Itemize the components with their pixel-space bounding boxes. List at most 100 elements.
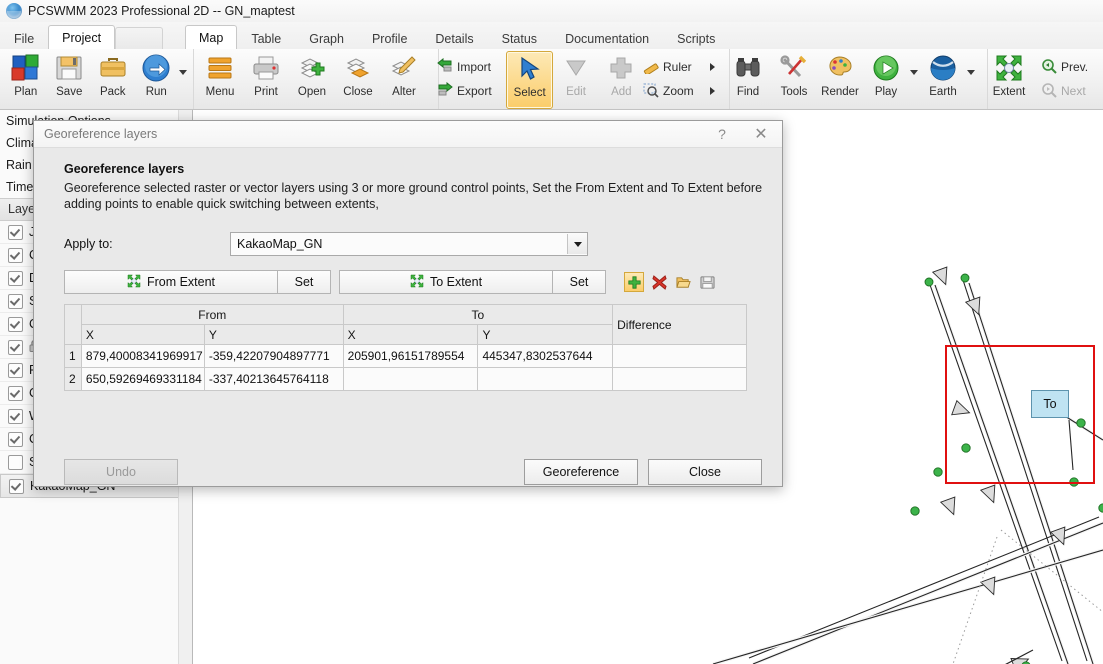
georeference-button[interactable]: Georeference <box>524 459 638 485</box>
table-cell-to-x[interactable] <box>342 367 479 391</box>
apply-to-dropdown-button[interactable] <box>567 234 587 254</box>
layer-checkbox[interactable] <box>8 339 23 355</box>
table-header-difference: Difference <box>612 304 747 345</box>
map-to-marker[interactable]: To <box>1031 390 1069 418</box>
table-row[interactable]: 1 879,40008341969917 -359,42207904897771… <box>64 344 747 368</box>
tab-file[interactable]: File <box>0 27 48 50</box>
right-tab-strip: Map Table Graph Profile Details Status D… <box>185 22 1103 51</box>
layer-checkbox[interactable] <box>8 270 23 286</box>
ground-control-points-table[interactable]: From To Difference X Y X Y 1 879,4000834… <box>64 304 747 391</box>
ribbon-button-ruler[interactable]: Ruler <box>640 55 718 79</box>
tab-graph[interactable]: Graph <box>295 27 358 50</box>
ruler-flyout-arrow-icon[interactable] <box>710 63 715 71</box>
ribbon-label-print: Print <box>254 86 278 98</box>
georeference-layers-dialog: Georeference layers ? ✕ Georeference lay… <box>33 120 783 487</box>
ribbon-button-menu[interactable]: Menu <box>197 51 243 107</box>
ribbon-button-import[interactable]: Import <box>434 55 495 79</box>
horizontal-splitter[interactable] <box>193 486 1103 492</box>
ribbon-button-prev[interactable]: Prev. <box>1038 55 1091 79</box>
ribbon-button-earth[interactable]: Earth <box>920 51 966 107</box>
layer-checkbox[interactable] <box>8 454 23 470</box>
ribbon-button-close[interactable]: Close <box>335 51 381 107</box>
ribbon-button-render[interactable]: Render <box>817 51 863 107</box>
map-selection-box[interactable] <box>945 345 1095 484</box>
tab-placeholder[interactable] <box>115 27 164 50</box>
table-cell-difference[interactable] <box>612 344 747 368</box>
table-cell-from-y[interactable]: -337,40213645764118 <box>203 367 344 391</box>
tab-status[interactable]: Status <box>488 27 551 50</box>
layer-checkbox[interactable] <box>8 431 23 447</box>
table-cell-from-x[interactable]: 650,59269469331184 <box>80 367 205 391</box>
open-folder-icon[interactable] <box>674 273 692 291</box>
to-extent-set-button[interactable]: Set <box>552 271 605 293</box>
close-x-icon[interactable]: ✕ <box>740 122 782 147</box>
from-extent-button[interactable]: From Extent Set <box>64 270 331 294</box>
ribbon-button-pack[interactable]: Pack <box>91 51 135 107</box>
ribbon-group-tools: Select Edit Add <box>502 49 648 109</box>
ribbon-button-play[interactable]: Play <box>863 51 909 107</box>
layer-checkbox[interactable] <box>8 247 23 263</box>
apply-to-combobox[interactable]: KakaoMap_GN <box>230 232 588 256</box>
tab-project[interactable]: Project <box>48 25 116 51</box>
run-split-arrow-icon[interactable] <box>179 69 187 75</box>
layer-checkbox[interactable] <box>8 362 23 378</box>
ribbon-button-save[interactable]: Save <box>48 51 92 107</box>
table-cell-from-x[interactable]: 879,40008341969917 <box>80 344 205 368</box>
ribbon-button-select[interactable]: Select <box>506 51 554 109</box>
layer-checkbox[interactable] <box>8 385 23 401</box>
table-cell-to-y[interactable] <box>477 367 614 391</box>
table-cell-to-y[interactable]: 445347,8302537644 <box>477 344 614 368</box>
ribbon-button-run[interactable]: Run <box>135 51 179 107</box>
layer-checkbox[interactable] <box>9 478 24 494</box>
layer-checkbox[interactable] <box>8 293 23 309</box>
tab-documentation[interactable]: Documentation <box>551 27 663 50</box>
close-button[interactable]: Close <box>648 459 762 485</box>
ribbon-button-print[interactable]: Print <box>243 51 289 107</box>
play-split-arrow-icon[interactable] <box>910 69 918 75</box>
layer-checkbox[interactable] <box>8 316 23 332</box>
layer-checkbox[interactable] <box>8 224 23 240</box>
ribbon-button-tools[interactable]: Tools <box>771 51 817 107</box>
to-extent-button[interactable]: To Extent Set <box>339 270 606 294</box>
ribbon-button-edit[interactable]: Edit <box>553 51 598 107</box>
wrench-screwdriver-icon <box>780 51 808 85</box>
tab-profile[interactable]: Profile <box>358 27 421 50</box>
ribbon-button-export[interactable]: Export <box>434 79 495 103</box>
dialog-footer: Undo Georeference Close <box>64 459 762 485</box>
tab-details[interactable]: Details <box>421 27 487 50</box>
undo-button[interactable]: Undo <box>64 459 178 485</box>
table-header-from-y: Y <box>203 324 344 345</box>
extent-arrows-icon <box>127 274 141 291</box>
table-cell-to-x[interactable]: 205901,96151789554 <box>342 344 479 368</box>
ribbon-button-plan[interactable]: Plan <box>4 51 48 107</box>
layer-checkbox[interactable] <box>8 408 23 424</box>
table-cell-difference[interactable] <box>612 367 747 391</box>
tab-map[interactable]: Map <box>185 25 238 51</box>
delete-point-icon[interactable] <box>650 273 668 291</box>
zoom-flyout-arrow-icon[interactable] <box>710 87 715 95</box>
ribbon-button-open[interactable]: Open <box>289 51 335 107</box>
ribbon-button-next[interactable]: Next <box>1038 79 1091 103</box>
tab-scripts[interactable]: Scripts <box>663 27 729 50</box>
edit-arrow-icon <box>563 51 589 85</box>
ribbon-label-find: Find <box>736 86 760 98</box>
table-cell-from-y[interactable]: -359,42207904897771 <box>203 344 344 368</box>
ribbon-button-find[interactable]: Find <box>725 51 771 107</box>
table-row[interactable]: 2 650,59269469331184 -337,40213645764118 <box>64 367 747 391</box>
chevron-down-icon <box>573 241 582 247</box>
from-extent-set-button[interactable]: Set <box>277 271 330 293</box>
ribbon-button-alter[interactable]: Alter <box>381 51 427 107</box>
table-header-from-x: X <box>80 324 205 345</box>
extent-arrows-icon <box>410 274 424 291</box>
add-point-icon[interactable] <box>624 272 644 292</box>
save-disk-icon[interactable] <box>698 273 716 291</box>
earth-split-arrow-icon[interactable] <box>967 69 975 75</box>
apply-to-row: Apply to: KakaoMap_GN <box>64 232 762 256</box>
tab-table[interactable]: Table <box>237 27 295 50</box>
ribbon-button-extent[interactable]: Extent <box>986 51 1032 107</box>
dialog-body: Georeference layers Georeference selecte… <box>34 148 782 499</box>
question-mark-icon[interactable]: ? <box>704 122 740 147</box>
table-row-number-header <box>64 304 82 345</box>
ribbon-label-earth: Earth <box>929 86 957 98</box>
ribbon-button-zoom[interactable]: Zoom <box>640 79 718 103</box>
